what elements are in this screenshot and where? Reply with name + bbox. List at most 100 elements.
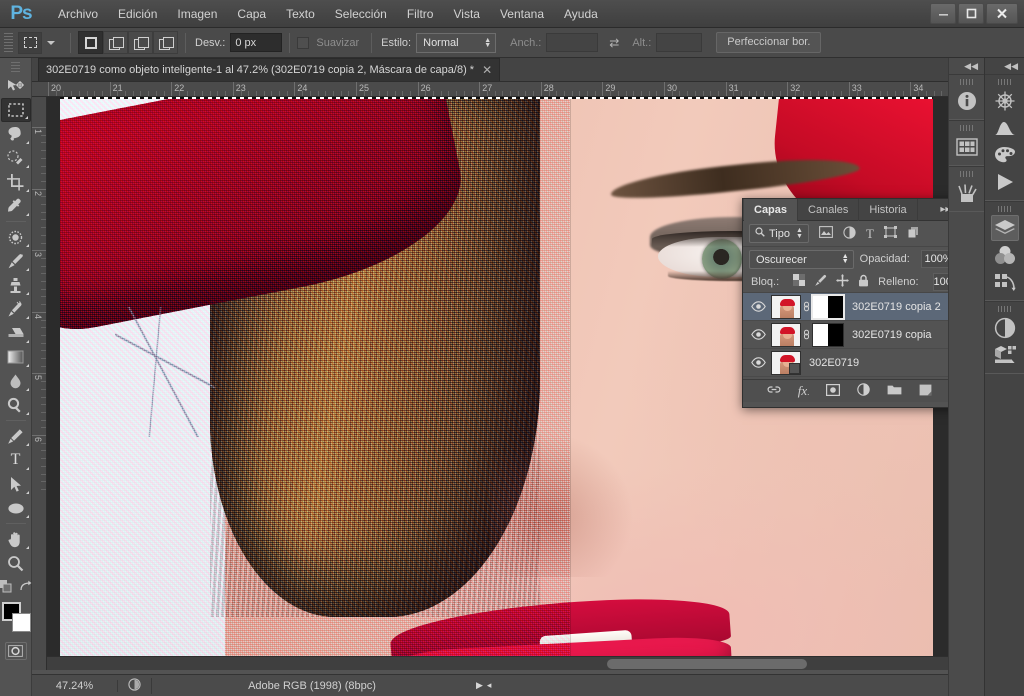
rectangular-marquee-icon[interactable]: [18, 32, 42, 54]
lock-image-pixels-icon[interactable]: [814, 274, 827, 290]
layer-style-button[interactable]: fx.: [798, 383, 809, 399]
document-tab[interactable]: 302E0719 como objeto inteligente-1 al 47…: [38, 58, 500, 81]
dodge-tool[interactable]: [1, 393, 31, 417]
default-colors-icon[interactable]: [0, 580, 12, 596]
layer-name[interactable]: 302E0719: [809, 357, 859, 369]
new-selection-button[interactable]: [78, 31, 103, 54]
path-selection-tool[interactable]: [1, 472, 31, 496]
blend-mode-select[interactable]: Oscurecer ▲▼: [749, 250, 854, 269]
layer-visibility-icon[interactable]: [745, 357, 771, 368]
spot-healing-brush-tool[interactable]: [1, 225, 31, 249]
info-panel-icon[interactable]: [953, 88, 981, 114]
menu-filtro[interactable]: Filtro: [397, 3, 444, 25]
maximize-button[interactable]: [958, 3, 984, 24]
new-adjustment-layer-button[interactable]: [857, 383, 870, 399]
menu-imagen[interactable]: Imagen: [167, 3, 227, 25]
3d-panel-icon[interactable]: [991, 88, 1019, 114]
blur-tool[interactable]: [1, 369, 31, 393]
mini-bridge-panel-icon[interactable]: [953, 134, 981, 160]
lock-all-icon[interactable]: [858, 274, 869, 290]
layers-panel-icon[interactable]: [991, 215, 1019, 241]
menu-archivo[interactable]: Archivo: [48, 3, 108, 25]
dock-group-grip[interactable]: [998, 79, 1012, 85]
pixel-filter-icon[interactable]: [819, 226, 833, 241]
layer-thumbnail[interactable]: [771, 323, 801, 347]
swap-colors-icon[interactable]: [19, 580, 32, 596]
filter-kind-select[interactable]: Tipo ▲▼: [749, 224, 809, 243]
add-to-selection-button[interactable]: [103, 31, 128, 54]
layer-name[interactable]: 302E0719 copia 2: [852, 301, 941, 313]
link-layers-button[interactable]: [767, 384, 781, 398]
lock-transparent-pixels-icon[interactable]: [793, 274, 805, 289]
layer-mask-thumbnail[interactable]: [812, 295, 844, 319]
height-input[interactable]: [656, 33, 702, 52]
dock-group-grip[interactable]: [960, 125, 974, 131]
dock-group-grip[interactable]: [960, 171, 974, 177]
tab-canales[interactable]: Canales: [798, 199, 859, 221]
move-tool[interactable]: [1, 74, 31, 98]
lock-position-icon[interactable]: [836, 274, 849, 290]
properties-panel-icon[interactable]: [991, 342, 1019, 368]
feather-input[interactable]: 0 px: [230, 33, 282, 52]
adjustments-panel-icon[interactable]: [991, 315, 1019, 341]
layer-thumbnail[interactable]: [771, 351, 801, 375]
collapse-secondary-dock-icon[interactable]: ◀◀: [949, 58, 984, 74]
options-bar-grip[interactable]: [4, 33, 13, 53]
layer-visibility-icon[interactable]: [745, 301, 771, 312]
status-resize-icon[interactable]: ◂: [487, 680, 492, 691]
brush-tool[interactable]: [1, 249, 31, 273]
close-icon[interactable]: ✕: [482, 63, 492, 77]
layer-visibility-icon[interactable]: [745, 329, 771, 340]
gradient-tool[interactable]: [1, 345, 31, 369]
menu-ventana[interactable]: Ventana: [490, 3, 554, 25]
menu-seleccion[interactable]: Selección: [325, 3, 397, 25]
swap-dimensions-icon[interactable]: ⇄: [606, 36, 622, 50]
menu-vista[interactable]: Vista: [443, 3, 489, 25]
quick-mask-icon[interactable]: [5, 642, 27, 660]
tab-historia[interactable]: Historia: [859, 199, 917, 221]
history-panel-icon[interactable]: [991, 269, 1019, 295]
brush-presets-panel-icon[interactable]: [953, 180, 981, 206]
menu-texto[interactable]: Texto: [276, 3, 325, 25]
layer-name[interactable]: 302E0719 copia: [852, 329, 932, 341]
vertical-ruler[interactable]: 123456: [32, 97, 47, 670]
mask-link-icon[interactable]: [801, 299, 812, 315]
history-brush-tool[interactable]: [1, 297, 31, 321]
clone-stamp-tool[interactable]: [1, 273, 31, 297]
pen-tool[interactable]: [1, 424, 31, 448]
add-layer-mask-button[interactable]: [826, 384, 840, 399]
new-layer-button[interactable]: [919, 384, 932, 399]
style-select[interactable]: Normal ▲▼: [416, 33, 496, 53]
subtract-from-selection-button[interactable]: [128, 31, 153, 54]
mask-link-icon[interactable]: [801, 327, 812, 343]
zoom-tool[interactable]: [1, 551, 31, 575]
horizontal-ruler[interactable]: 202122232425262728293031323334: [32, 82, 966, 97]
scrollbar-thumb[interactable]: [607, 659, 807, 669]
type-filter-icon[interactable]: T: [866, 226, 874, 242]
swatches-panel-icon[interactable]: [991, 142, 1019, 168]
ellipse-shape-tool[interactable]: [1, 496, 31, 520]
smart-object-filter-icon[interactable]: [907, 226, 920, 242]
eraser-tool[interactable]: [1, 321, 31, 345]
layer-thumbnail[interactable]: [771, 295, 801, 319]
canvas-horizontal-scrollbar[interactable]: [47, 656, 966, 670]
hand-tool[interactable]: [1, 527, 31, 551]
dock-group-grip[interactable]: [960, 79, 974, 85]
quick-selection-tool[interactable]: [1, 146, 31, 170]
new-group-button[interactable]: [887, 384, 902, 399]
tab-capas[interactable]: Capas: [744, 199, 798, 221]
lasso-tool[interactable]: [1, 122, 31, 146]
background-color-swatch[interactable]: [12, 613, 31, 632]
intersect-selection-button[interactable]: [153, 31, 178, 54]
menu-capa[interactable]: Capa: [227, 3, 276, 25]
crop-tool[interactable]: [1, 170, 31, 194]
eyedropper-tool[interactable]: [1, 194, 31, 218]
collapse-dock-icon[interactable]: ◀◀: [985, 58, 1024, 74]
type-tool[interactable]: T: [1, 448, 31, 472]
layer-mask-thumbnail[interactable]: [812, 323, 844, 347]
minimize-button[interactable]: [930, 3, 956, 24]
channels-panel-icon[interactable]: [991, 242, 1019, 268]
close-button[interactable]: [986, 3, 1018, 24]
status-expand-icon[interactable]: ▶: [476, 680, 483, 691]
adjustment-filter-icon[interactable]: [843, 226, 856, 242]
